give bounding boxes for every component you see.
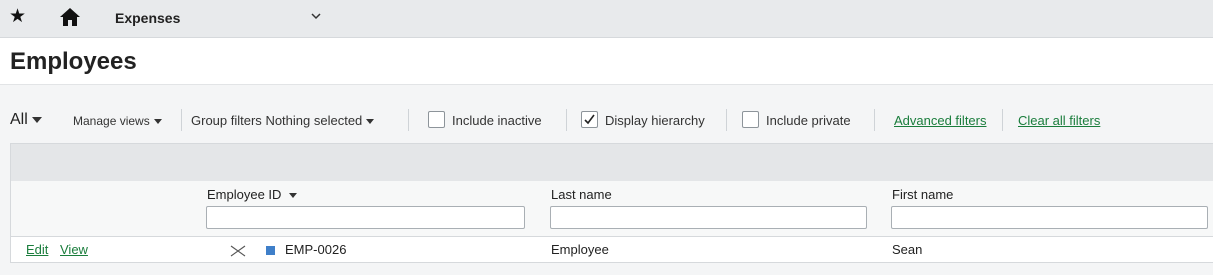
caret-down-icon — [366, 119, 375, 125]
include-inactive-label: Include inactive — [452, 113, 542, 128]
page-title: Employees — [10, 48, 137, 75]
first-name-filter-input[interactable] — [891, 206, 1208, 229]
divider — [726, 109, 727, 131]
divider — [566, 109, 567, 131]
display-hierarchy-checkbox[interactable] — [581, 111, 598, 128]
column-header-employee-id[interactable]: Employee ID — [207, 187, 298, 202]
divider — [181, 109, 182, 131]
group-filters-value: Nothing selected — [265, 113, 363, 128]
employees-table: Employee ID Last name First name Edit Vi… — [10, 143, 1213, 263]
group-filters-label: Group filters — [191, 113, 262, 128]
include-private-label: Include private — [766, 113, 851, 128]
first-name-cell: Sean — [892, 242, 923, 257]
employee-id-header-label: Employee ID — [207, 187, 282, 202]
clear-all-filters-link[interactable]: Clear all filters — [1018, 113, 1100, 128]
group-filters-dropdown[interactable]: Group filters Nothing selected — [191, 113, 375, 128]
edit-link[interactable]: Edit — [26, 242, 48, 257]
advanced-filters-link[interactable]: Advanced filters — [894, 113, 987, 128]
hierarchy-collapse-icon[interactable] — [230, 244, 246, 258]
view-link[interactable]: View — [60, 242, 88, 257]
column-header-first-name[interactable]: First name — [892, 187, 953, 202]
manage-views-dropdown[interactable]: Manage views — [73, 114, 162, 128]
view-selector[interactable]: All — [10, 111, 42, 129]
employee-id-cell: EMP-0026 — [285, 242, 347, 257]
manage-views-label: Manage views — [73, 114, 150, 128]
top-navigation-bar: ★ Expenses — [0, 0, 1213, 38]
view-selector-label: All — [10, 111, 28, 128]
table-toolbar — [11, 144, 1213, 181]
last-name-filter-input[interactable] — [550, 206, 867, 229]
table-row: Edit View EMP-0026 Employee Sean — [11, 237, 1213, 263]
display-hierarchy-label: Display hierarchy — [605, 113, 705, 128]
include-private-checkbox[interactable] — [742, 111, 759, 128]
divider — [874, 109, 875, 131]
caret-down-icon — [153, 119, 162, 125]
employee-id-filter-input[interactable] — [206, 206, 525, 229]
module-name[interactable]: Expenses — [115, 10, 180, 26]
checkmark-icon — [584, 114, 595, 125]
divider — [408, 109, 409, 131]
star-icon[interactable]: ★ — [9, 7, 26, 27]
page-header: Employees — [0, 38, 1213, 85]
column-header-last-name[interactable]: Last name — [551, 187, 612, 202]
filter-bar: All Manage views Group filters Nothing s… — [0, 104, 1213, 136]
hierarchy-node-icon — [266, 246, 275, 255]
divider — [1002, 109, 1003, 131]
include-inactive-checkbox[interactable] — [428, 111, 445, 128]
sort-caret-icon — [289, 193, 298, 199]
home-icon[interactable] — [59, 7, 81, 27]
caret-down-icon — [31, 116, 42, 123]
chevron-down-icon[interactable] — [311, 12, 321, 20]
last-name-cell: Employee — [551, 242, 609, 257]
